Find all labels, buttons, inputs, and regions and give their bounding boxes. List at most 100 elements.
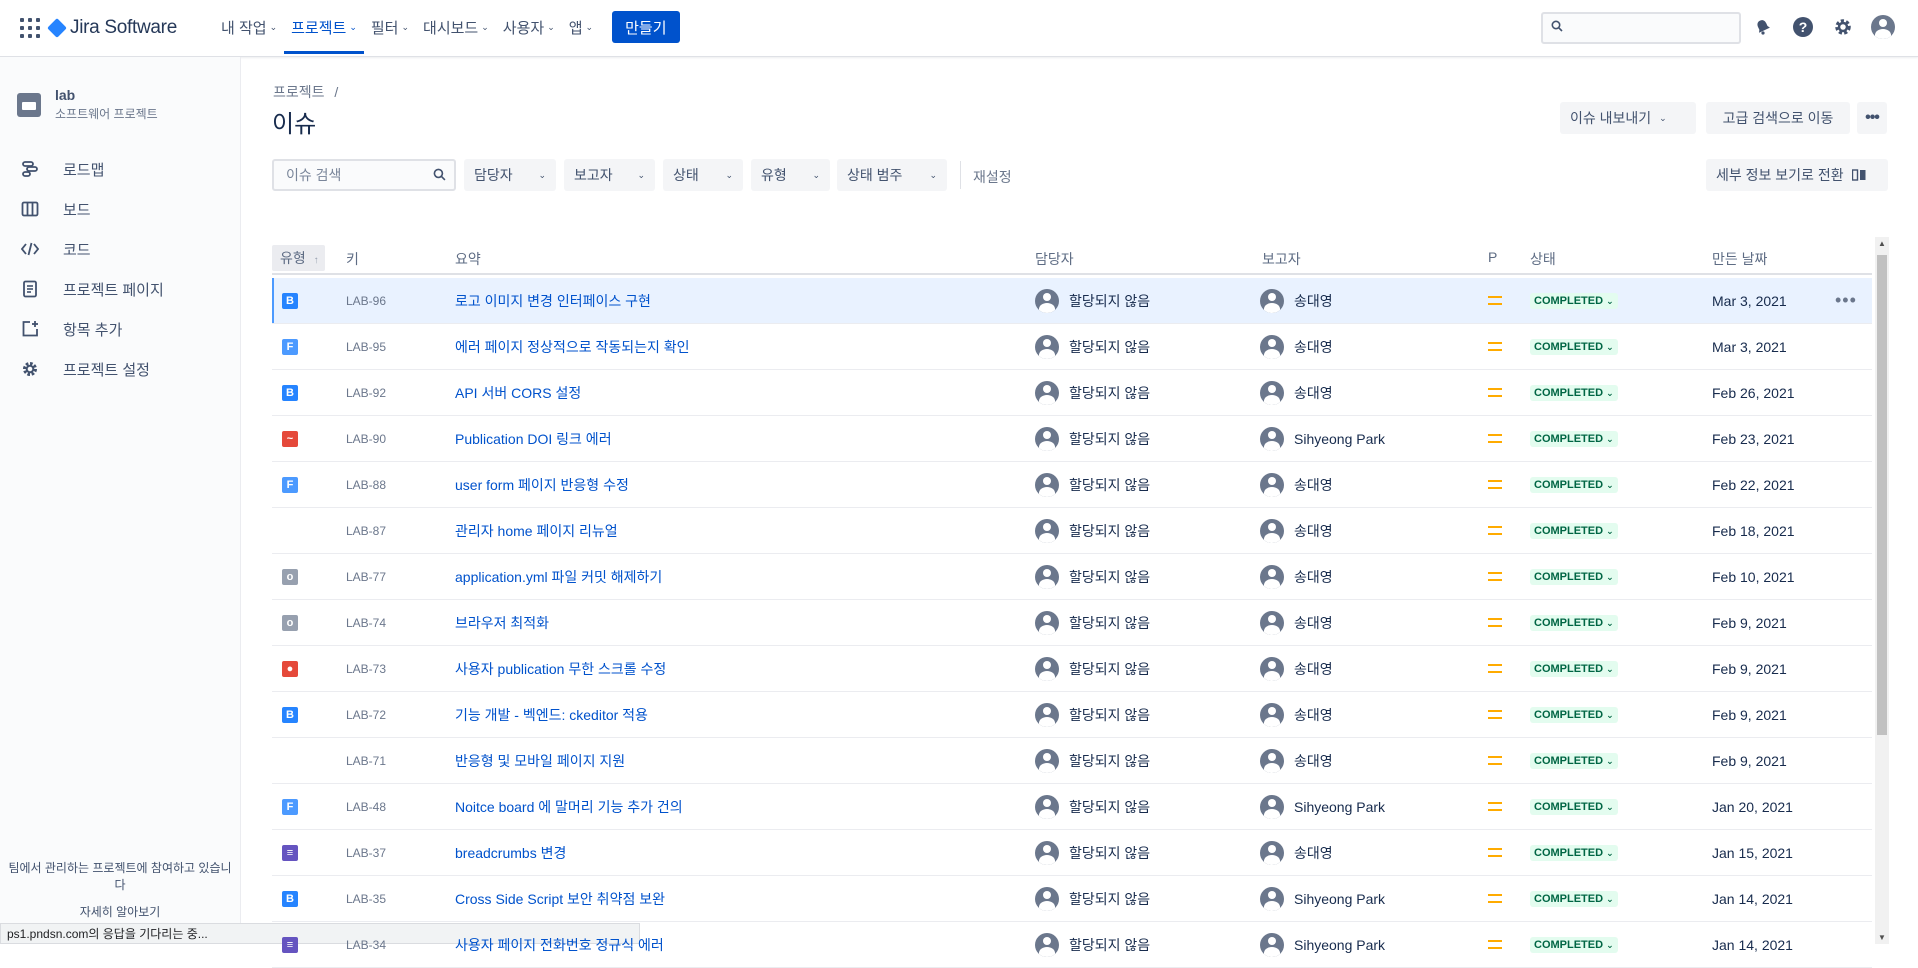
issue-key[interactable]: LAB-95 [346, 324, 386, 369]
assignee-cell[interactable]: 할당되지 않음 [1035, 278, 1150, 323]
table-row[interactable]: B LAB-72 기능 개발 - 벡엔드: ckeditor 적용 할당되지 않음 송대… [272, 692, 1872, 738]
assignee-cell[interactable]: 할당되지 않음 [1035, 462, 1150, 507]
status-badge[interactable]: COMPLETED ⌄ [1530, 614, 1618, 631]
more-actions-button[interactable]: ••• [1857, 102, 1887, 134]
issue-key[interactable]: LAB-96 [346, 278, 386, 323]
reporter-filter[interactable]: 보고자 ⌄ [564, 159, 655, 191]
priority-cell[interactable] [1488, 692, 1502, 737]
nav-item-3[interactable]: 대시보드 ⌄ [416, 0, 496, 54]
table-row[interactable]: B LAB-96 로고 이미지 변경 인터페이스 구현 할당되지 않음 송대영 COMPL… [272, 278, 1872, 324]
sidebar-item-project-pages[interactable]: 프로젝트 페이지 [0, 269, 240, 309]
status-badge[interactable]: COMPLETED ⌄ [1530, 430, 1618, 447]
issue-summary-link[interactable]: breadcrumbs 변경 [455, 830, 566, 875]
reporter-cell[interactable]: 송대영 [1260, 600, 1333, 645]
status-cell[interactable]: COMPLETED ⌄ [1530, 646, 1618, 691]
status-category-filter[interactable]: 상태 범주 ⌄ [837, 159, 947, 191]
advanced-search-button[interactable]: 고급 검색으로 이동 [1706, 102, 1850, 134]
table-row[interactable]: F LAB-48 Noitce board 에 말머리 기능 추가 건의 할당되지 않… [272, 784, 1872, 830]
table-row[interactable]: LAB-87 관리자 home 페이지 리뉴얼 할당되지 않음 송대영 COMPLETE… [272, 508, 1872, 554]
priority-cell[interactable] [1488, 554, 1502, 599]
reporter-cell[interactable]: Sihyeong Park [1260, 876, 1385, 921]
status-cell[interactable]: COMPLETED ⌄ [1530, 554, 1618, 599]
export-issues-button[interactable]: 이슈 내보내기 ⌄ [1560, 102, 1696, 134]
priority-cell[interactable] [1488, 646, 1502, 691]
issue-summary-link[interactable]: 에러 페이지 정상적으로 작동되는지 확인 [455, 324, 690, 369]
vertical-scrollbar[interactable]: ▲ ▼ [1875, 237, 1889, 944]
status-badge[interactable]: COMPLETED ⌄ [1530, 476, 1618, 493]
notifications-icon[interactable] [1750, 14, 1776, 40]
assignee-filter[interactable]: 담당자 ⌄ [464, 159, 556, 191]
help-icon[interactable]: ? [1790, 14, 1816, 40]
assignee-cell[interactable]: 할당되지 않음 [1035, 600, 1150, 645]
column-header-status[interactable]: 상태 [1530, 249, 1556, 269]
status-cell[interactable]: COMPLETED ⌄ [1530, 324, 1618, 369]
status-badge[interactable]: COMPLETED ⌄ [1530, 384, 1618, 401]
issue-summary-link[interactable]: Cross Side Script 보안 취약점 보완 [455, 876, 665, 921]
sidebar-item-board[interactable]: 보드 [0, 189, 240, 229]
scrollbar-thumb[interactable] [1877, 255, 1887, 735]
status-badge[interactable]: COMPLETED ⌄ [1530, 706, 1618, 723]
table-row[interactable]: ● LAB-73 사용자 publication 무한 스크롤 수정 할당되지 않음 송… [272, 646, 1872, 692]
status-badge[interactable]: COMPLETED ⌄ [1530, 798, 1618, 815]
reset-filters-button[interactable]: 재설정 [973, 167, 1012, 187]
nav-item-5[interactable]: 앱 ⌄ [562, 0, 600, 54]
issue-key[interactable]: LAB-92 [346, 370, 386, 415]
sidebar-item-add-item[interactable]: 항목 추가 [0, 309, 240, 349]
table-row[interactable]: F LAB-95 에러 페이지 정상적으로 작동되는지 확인 할당되지 않음 송대영 CO… [272, 324, 1872, 370]
status-cell[interactable]: COMPLETED ⌄ [1530, 738, 1618, 783]
column-header-summary[interactable]: 요약 [455, 249, 481, 269]
status-badge[interactable]: COMPLETED ⌄ [1530, 890, 1618, 907]
status-badge[interactable]: COMPLETED ⌄ [1530, 568, 1618, 585]
issue-summary-link[interactable]: 사용자 publication 무한 스크롤 수정 [455, 646, 666, 691]
reporter-cell[interactable]: 송대영 [1260, 508, 1333, 553]
assignee-cell[interactable]: 할당되지 않음 [1035, 324, 1150, 369]
project-header[interactable]: lab 소프트웨어 프로젝트 [17, 87, 158, 122]
learn-more-link[interactable]: 자세히 알아보기 [0, 904, 240, 921]
reporter-cell[interactable]: 송대영 [1260, 554, 1333, 599]
issue-summary-link[interactable]: 브라우저 최적화 [455, 600, 549, 645]
status-cell[interactable]: COMPLETED ⌄ [1530, 278, 1618, 323]
issue-key[interactable]: LAB-90 [346, 416, 386, 461]
reporter-cell[interactable]: Sihyeong Park [1260, 784, 1385, 829]
priority-cell[interactable] [1488, 370, 1502, 415]
priority-cell[interactable] [1488, 830, 1502, 875]
assignee-cell[interactable]: 할당되지 않음 [1035, 830, 1150, 875]
sidebar-item-roadmap[interactable]: 로드맵 [0, 149, 240, 189]
app-switcher-icon[interactable] [20, 18, 40, 38]
table-row[interactable]: ≡ LAB-34 사용자 페이지 전화번호 정규식 에러 할당되지 않음 Sihyeon… [272, 922, 1872, 968]
issue-search-input[interactable]: 이슈 검색 [272, 159, 456, 191]
row-more-actions-icon[interactable]: ••• [1835, 278, 1857, 323]
table-row[interactable]: LAB-71 반응형 및 모바일 페이지 지원 할당되지 않음 송대영 COMPLETE… [272, 738, 1872, 784]
table-row[interactable]: B LAB-92 API 서버 CORS 설정 할당되지 않음 송대영 COMPLETED… [272, 370, 1872, 416]
reporter-cell[interactable]: Sihyeong Park [1260, 416, 1385, 461]
nav-item-4[interactable]: 사용자 ⌄ [496, 0, 562, 54]
nav-item-2[interactable]: 필터 ⌄ [364, 0, 416, 54]
status-badge[interactable]: COMPLETED ⌄ [1530, 292, 1618, 309]
reporter-cell[interactable]: 송대영 [1260, 278, 1333, 323]
status-badge[interactable]: COMPLETED ⌄ [1530, 936, 1618, 953]
issue-key[interactable]: LAB-35 [346, 876, 386, 921]
column-header-type[interactable]: 유형 ↑ [272, 245, 325, 271]
assignee-cell[interactable]: 할당되지 않음 [1035, 416, 1150, 461]
table-row[interactable]: ≡ LAB-37 breadcrumbs 변경 할당되지 않음 송대영 COMPLETED… [272, 830, 1872, 876]
assignee-cell[interactable]: 할당되지 않음 [1035, 876, 1150, 921]
issue-summary-link[interactable]: 반응형 및 모바일 페이지 지원 [455, 738, 625, 783]
status-badge[interactable]: COMPLETED ⌄ [1530, 752, 1618, 769]
column-header-reporter[interactable]: 보고자 [1262, 249, 1301, 269]
assignee-cell[interactable]: 할당되지 않음 [1035, 370, 1150, 415]
priority-cell[interactable] [1488, 416, 1502, 461]
nav-item-1[interactable]: 프로젝트 ⌄ [284, 0, 364, 54]
jira-logo[interactable]: Jira Software [47, 14, 177, 42]
priority-cell[interactable] [1488, 922, 1502, 967]
table-row[interactable]: o LAB-77 application.yml 파일 커밋 해제하기 할당되지 않음… [272, 554, 1872, 600]
nav-item-0[interactable]: 내 작업 ⌄ [214, 0, 284, 54]
settings-icon[interactable] [1830, 14, 1856, 40]
switch-detail-view-button[interactable]: 세부 정보 보기로 전환 [1706, 159, 1888, 191]
priority-cell[interactable] [1488, 324, 1502, 369]
priority-cell[interactable] [1488, 876, 1502, 921]
status-filter[interactable]: 상태 ⌄ [663, 159, 743, 191]
scroll-down-arrow-icon[interactable]: ▼ [1878, 933, 1886, 942]
issue-key[interactable]: LAB-87 [346, 508, 386, 553]
issue-summary-link[interactable]: 사용자 페이지 전화번호 정규식 에러 [455, 922, 664, 967]
issue-key[interactable]: LAB-73 [346, 646, 386, 691]
